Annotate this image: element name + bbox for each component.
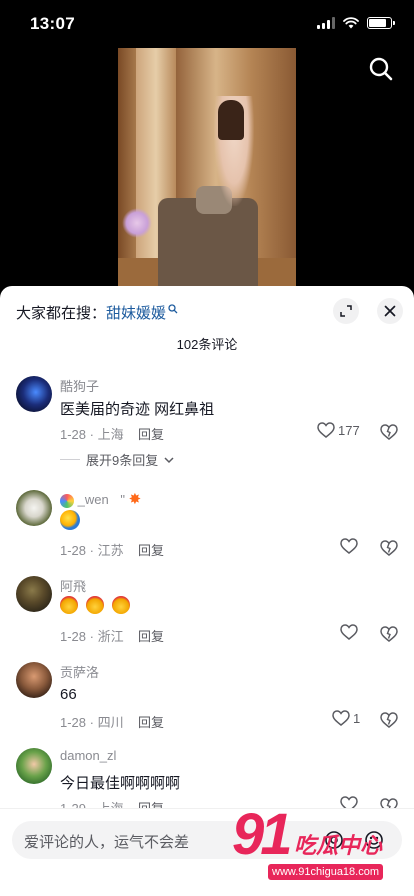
comment-meta: 1-28 · 上海 [60,427,124,442]
video-flower [122,208,152,238]
reply-button[interactable]: 回复 [138,626,164,645]
comment-sheet: 大家都在搜：甜妹媛媛 102条评论 酷狗子 医美届的奇迹 网红鼻祖 1-28 ·… [0,286,414,896]
avatar[interactable] [16,376,52,412]
avatar[interactable] [16,490,52,526]
comment-date: 1-28 [60,715,87,730]
chevron-down-icon [164,456,174,463]
comment-author-suffix: " [120,492,125,507]
close-icon [384,305,396,317]
comment-meta: 1-28 · 浙江 [60,629,124,644]
comment-author[interactable]: damon_zl [60,748,116,763]
like-button[interactable]: 177 [317,422,360,438]
search-icon[interactable] [368,56,394,82]
dislike-icon[interactable] [380,712,398,728]
reply-button[interactable]: 回复 [138,712,164,731]
video-hair [218,100,244,140]
search-hint-prefix: 大家都在搜： [16,305,107,322]
watermark-logo: 91 吃瓜中心 www.91chigua18.com [228,806,408,892]
avatar[interactable] [16,662,52,698]
wifi-icon [343,17,359,29]
search-small-icon [168,304,178,314]
comment-location: 江苏 [97,543,124,558]
comment-text: 医美届的奇迹 网红鼻祖 [60,401,215,418]
heart-icon [317,422,335,438]
status-icons [317,17,395,29]
comment-author-row: _wen " ✸ [60,490,141,508]
comment-date: 1-28 [60,629,87,644]
medal-emoji-icon [86,596,105,615]
comment-date: 1-28 [60,427,87,442]
sticker-emoji-icon [60,510,80,530]
like-count: 177 [338,422,360,438]
like-button[interactable]: 1 [332,710,360,726]
close-button[interactable] [377,298,403,324]
battery-icon [367,17,395,29]
watermark-url: www.91chigua18.com [268,864,384,880]
avatar[interactable] [16,576,52,612]
sparkle-emoji-icon: ✸ [128,491,142,508]
medal-emoji-icon [112,596,131,615]
status-time: 13:07 [30,14,75,33]
search-keyword-link[interactable]: 甜妹媛媛 [106,305,166,322]
divider [60,459,80,460]
comment-text [60,510,80,530]
status-bar: 13:07 [0,0,414,48]
comment-location: 四川 [97,715,124,730]
expand-replies-label: 展开9条回复 [86,453,159,468]
heart-icon [340,538,358,554]
comment-author[interactable]: 贡萨洛 [60,662,99,681]
expand-icon [340,305,352,317]
comment-text: 今日最佳啊啊啊啊 [60,775,181,792]
reply-button[interactable]: 回复 [138,540,164,559]
cellular-signal-icon [317,17,335,29]
comment-count: 102条评论 [176,337,238,352]
watermark-text: 吃瓜中心 [294,833,383,858]
comment-text: 66 [60,686,77,703]
dislike-icon[interactable] [380,626,398,642]
medal-emoji-icon [60,596,78,615]
comment-date: 1-28 [60,543,87,558]
comment-author[interactable]: 酷狗子 [60,376,99,395]
comment-input-placeholder: 爱评论的人，运气不会差 [24,834,190,851]
heart-icon [340,624,358,640]
comment-author[interactable]: 阿飛 [60,576,86,595]
expand-replies-button[interactable]: 展开9条回复 [60,450,174,469]
comment-location: 浙江 [97,629,124,644]
trending-search[interactable]: 大家都在搜：甜妹媛媛 [16,302,178,323]
like-count: 1 [353,710,361,726]
like-button[interactable] [340,538,361,554]
heart-icon [332,710,350,726]
dislike-icon[interactable] [380,540,398,556]
reply-button[interactable]: 回复 [138,424,164,443]
sheet-header: 大家都在搜：甜妹媛媛 [0,286,414,336]
lollipop-emoji-icon [60,493,74,508]
dislike-icon[interactable] [380,424,398,440]
comment-meta: 1-28 · 江苏 [60,543,124,558]
comment-location: 上海 [97,427,124,442]
video-player[interactable] [118,48,296,288]
like-button[interactable] [340,624,361,640]
avatar[interactable] [16,748,52,784]
watermark-number: 91 [232,802,292,867]
comment-author[interactable]: _wen [78,492,109,507]
expand-button[interactable] [333,298,359,324]
comment-text [60,596,131,615]
comment-meta: 1-28 · 四川 [60,715,124,730]
